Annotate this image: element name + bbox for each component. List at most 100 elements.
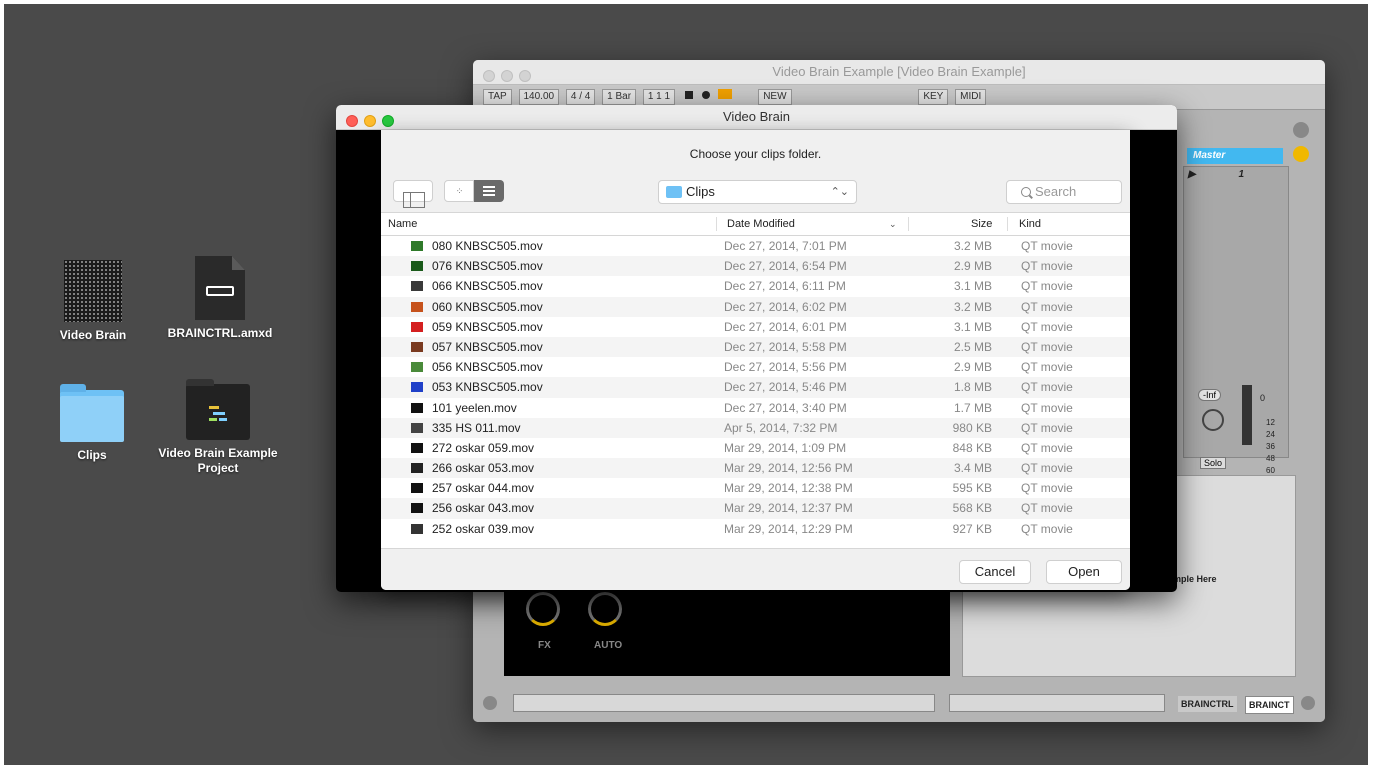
status-field-right (949, 694, 1165, 712)
column-header-kind[interactable]: Kind (1019, 213, 1041, 235)
column-header-name[interactable]: Name (388, 213, 417, 235)
device-tab-brainctrl[interactable]: BRAINCTRL (1178, 696, 1237, 712)
record-icon[interactable] (701, 91, 710, 99)
open-button[interactable]: Open (1046, 560, 1122, 584)
file-row[interactable]: 076 KNBSC505.mov Dec 27, 2014, 6:54 PM 2.9… (381, 256, 1130, 277)
file-name: 057 KNBSC505.mov (432, 339, 543, 354)
popup-chevron-icon: ⌃⌄ (830, 186, 849, 198)
movie-thumbnail-icon (411, 442, 423, 453)
close-icon[interactable] (346, 115, 358, 127)
stop-icon[interactable] (684, 91, 693, 99)
file-size: 3.2 MB (953, 239, 992, 253)
pan-knob-icon[interactable] (1202, 409, 1224, 431)
desktop-icon-clips[interactable]: Clips (32, 380, 152, 463)
file-size: 3.4 MB (953, 461, 992, 476)
desktop-icon-brainctrl[interactable]: BRAINCTRL.amxd (160, 256, 280, 341)
file-row[interactable]: 056 KNBSC505.mov Dec 27, 2014, 5:56 PM 2.9… (381, 357, 1130, 377)
device-tab-brainctrl-2[interactable]: BRAINCT (1245, 696, 1294, 714)
file-kind: QT movie (1021, 319, 1073, 334)
sidebar-icon (403, 192, 425, 208)
file-row[interactable]: 272 oskar 059.mov Mar 29, 2014, 1:09 PM 84… (381, 438, 1130, 458)
column-header-date[interactable]: Date Modified (727, 213, 795, 235)
desktop-icon-label: Video Brain Example Project (158, 446, 278, 475)
document-icon (195, 256, 245, 320)
file-name: 059 KNBSC505.mov (432, 319, 543, 334)
file-row[interactable]: 257 oskar 044.mov Mar 29, 2014, 12:38 PM 5… (381, 478, 1130, 498)
master-track-header[interactable]: Master (1187, 148, 1283, 164)
minimize-icon[interactable] (364, 115, 376, 127)
file-kind: QT movie (1021, 440, 1073, 455)
search-field[interactable]: Search (1006, 180, 1122, 204)
file-row[interactable]: 252 oskar 039.mov Mar 29, 2014, 12:29 PM 9… (381, 519, 1130, 539)
expand-left-icon[interactable] (483, 696, 497, 710)
close-icon[interactable] (483, 70, 495, 82)
file-name: 080 KNBSC505.mov (432, 239, 543, 253)
movie-thumbnail-icon (411, 503, 423, 514)
file-kind: QT movie (1021, 259, 1073, 274)
column-header-size[interactable]: Size (971, 213, 992, 235)
icon-view-button[interactable]: ⁘ (444, 180, 474, 202)
file-kind: QT movie (1021, 279, 1073, 294)
file-date: Mar 29, 2014, 12:56 PM (724, 461, 853, 476)
file-size: 1.8 MB (953, 380, 992, 395)
minimize-icon[interactable] (501, 70, 513, 82)
desktop: Video Brain BRAINCTRL.amxd Clips Video B… (4, 4, 1368, 765)
movie-thumbnail-icon (411, 241, 423, 251)
new-button[interactable]: NEW (758, 89, 792, 105)
key-button[interactable]: KEY (918, 89, 949, 105)
file-size: 3.1 MB (953, 279, 992, 294)
file-row[interactable]: 256 oskar 043.mov Mar 29, 2014, 12:37 PM 5… (381, 498, 1130, 519)
file-date: Dec 27, 2014, 6:01 PM (724, 319, 847, 334)
position-field[interactable]: 1 1 1 (642, 89, 676, 105)
zoom-icon[interactable] (382, 115, 394, 127)
solo-button[interactable]: Solo (1200, 457, 1227, 469)
file-row[interactable]: 053 KNBSC505.mov Dec 27, 2014, 5:46 PM 1.8… (381, 377, 1130, 398)
mixer-toggle-icon[interactable] (1293, 146, 1309, 162)
movie-thumbnail-icon (411, 422, 423, 433)
cancel-button[interactable]: Cancel (959, 560, 1031, 584)
file-kind: QT movie (1021, 299, 1073, 314)
project-folder-icon (186, 379, 250, 440)
volume-readout[interactable]: -Inf (1198, 389, 1222, 401)
file-row[interactable]: 335 HS 011.mov Apr 5, 2014, 7:32 PM 980 KB… (381, 417, 1130, 438)
desktop-icon-project[interactable]: Video Brain Example Project (158, 379, 278, 476)
file-row[interactable]: 266 oskar 053.mov Mar 29, 2014, 12:56 PM 3… (381, 458, 1130, 479)
videobrain-window-title: Video Brain (723, 109, 790, 124)
dialog-footer: Cancel Open (381, 548, 1130, 590)
file-row[interactable]: 057 KNBSC505.mov Dec 27, 2014, 5:58 PM 2.5… (381, 336, 1130, 358)
tap-button[interactable]: TAP (483, 89, 512, 105)
menu-icon[interactable] (1293, 122, 1309, 138)
tempo-field[interactable]: 140.00 (518, 89, 560, 105)
file-row[interactable]: 066 KNBSC505.mov Dec 27, 2014, 6:11 PM 3.1… (381, 276, 1130, 296)
file-row[interactable]: 060 KNBSC505.mov Dec 27, 2014, 6:02 PM 3.2… (381, 296, 1130, 317)
play-icon[interactable]: ▶ (1188, 169, 1196, 180)
file-size: 2.5 MB (953, 339, 992, 354)
location-popup[interactable]: Clips ⌃⌄ (658, 180, 857, 204)
auto-knob-icon[interactable] (588, 592, 622, 626)
automation-arm-icon[interactable] (718, 89, 733, 99)
movie-thumbnail-icon (411, 362, 423, 373)
view-mode-segmented-control: ⁘ (444, 180, 504, 202)
sidebar-toggle-button[interactable] (393, 180, 433, 208)
file-name: 101 yeelen.mov (432, 400, 517, 415)
quantize-select[interactable]: 1 Bar (602, 89, 637, 105)
signature-field[interactable]: 4 / 4 (565, 89, 596, 105)
file-name: 056 KNBSC505.mov (432, 360, 543, 375)
expand-right-icon[interactable] (1301, 696, 1315, 710)
file-row[interactable]: 101 yeelen.mov Dec 27, 2014, 3:40 PM 1.7 M… (381, 398, 1130, 418)
movie-thumbnail-icon (411, 523, 423, 534)
fx-knob-icon[interactable] (526, 592, 560, 626)
desktop-icon-video-brain[interactable]: Video Brain (33, 260, 153, 343)
file-list[interactable]: 080 KNBSC505.mov Dec 27, 2014, 7:01 PM 3.2… (381, 236, 1130, 548)
file-row[interactable]: 059 KNBSC505.mov Dec 27, 2014, 6:01 PM 3.1… (381, 317, 1130, 337)
file-size: 568 KB (952, 501, 992, 516)
midi-button[interactable]: MIDI (955, 89, 987, 105)
dialog-prompt: Choose your clips folder. (689, 147, 822, 161)
file-kind: QT movie (1021, 481, 1073, 496)
file-kind: QT movie (1021, 400, 1073, 415)
master-clip-label: 1 (1238, 169, 1245, 180)
movie-thumbnail-icon (411, 301, 423, 312)
list-view-button[interactable] (474, 180, 504, 202)
file-row[interactable]: 080 KNBSC505.mov Dec 27, 2014, 7:01 PM 3.2… (381, 236, 1130, 256)
zoom-icon[interactable] (519, 70, 531, 82)
